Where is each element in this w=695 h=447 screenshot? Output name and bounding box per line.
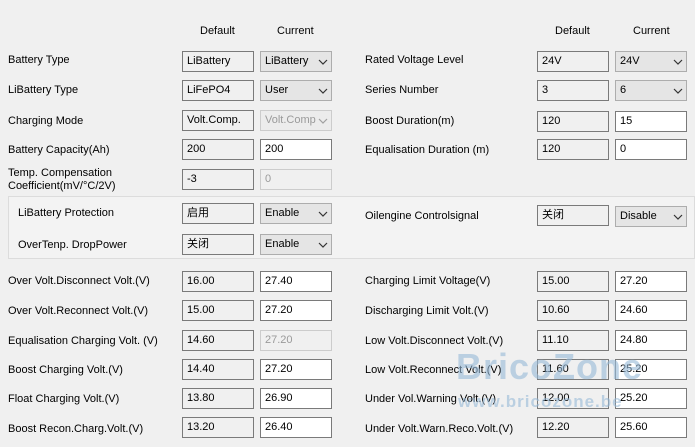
libattery-type-value: User: [265, 84, 289, 96]
chevron-down-icon: [318, 211, 328, 217]
header-default-right: Default: [555, 25, 590, 37]
charging-limit-voltage-default: 15.00: [537, 271, 609, 292]
chevron-down-icon: [318, 88, 328, 94]
temp-compensation-default: -3: [182, 169, 254, 190]
rated-voltage-default: 24V: [537, 51, 609, 72]
header-current-left: Current: [277, 25, 314, 37]
under-vol-warning-label: Under Vol.Warning Volt.(V): [365, 393, 497, 405]
chevron-down-icon: [673, 59, 683, 65]
libattery-protection-default: 启用: [182, 203, 254, 224]
charging-limit-voltage-input[interactable]: 27.20: [615, 271, 687, 292]
over-volt-reconnect-input[interactable]: 27.20: [260, 300, 332, 321]
battery-type-value: LiBattery: [265, 55, 309, 67]
chevron-down-icon: [318, 118, 328, 124]
charging-mode-label: Charging Mode: [8, 115, 84, 127]
battery-capacity-label: Battery Capacity(Ah): [8, 144, 110, 156]
rated-voltage-label: Rated Voltage Level: [365, 54, 464, 66]
under-vol-warning-input[interactable]: 25.20: [615, 388, 687, 409]
overtemp-droppower-label: OverTenp. DropPower: [18, 239, 127, 251]
oilengine-control-value: Disable: [620, 210, 657, 222]
equalisation-duration-label: Equalisation Duration (m): [365, 144, 490, 156]
series-number-value: 6: [620, 84, 627, 96]
discharging-limit-volt-input[interactable]: 24.60: [615, 300, 687, 321]
overtemp-droppower-default: 关闭: [182, 234, 254, 255]
temp-compensation-label-line2: Coefficient(mV/°C/2V): [8, 180, 116, 192]
under-volt-warn-reco-input[interactable]: 25.60: [615, 417, 687, 438]
over-volt-disconnect-label: Over Volt.Disconnect Volt.(V): [8, 275, 150, 287]
boost-charging-volt-default: 14.40: [182, 359, 254, 380]
temp-compensation-label-line1: Temp. Compensation: [8, 167, 112, 179]
oilengine-control-select[interactable]: Disable: [615, 206, 687, 227]
low-volt-disconnect-input[interactable]: 24.80: [615, 330, 687, 351]
under-volt-warn-reco-default: 12.20: [537, 417, 609, 438]
oilengine-control-label: Oilengine Controlsignal: [365, 210, 479, 222]
low-volt-reconnect-default: 11.60: [537, 359, 609, 380]
battery-capacity-input[interactable]: 200: [260, 139, 332, 160]
low-volt-disconnect-default: 11.10: [537, 330, 609, 351]
low-volt-reconnect-label: Low Volt.Reconnect Volt.(V): [365, 364, 502, 376]
boost-duration-input[interactable]: 15: [615, 111, 687, 132]
over-volt-disconnect-input[interactable]: 27.40: [260, 271, 332, 292]
rated-voltage-select[interactable]: 24V: [615, 51, 687, 72]
boost-duration-default: 120: [537, 111, 609, 132]
chevron-down-icon: [318, 59, 328, 65]
series-number-label: Series Number: [365, 84, 439, 96]
overtemp-droppower-select[interactable]: Enable: [260, 234, 332, 255]
chevron-down-icon: [673, 88, 683, 94]
boost-recon-charg-volt-input[interactable]: 26.40: [260, 417, 332, 438]
libattery-protection-value: Enable: [265, 207, 300, 219]
equalisation-duration-input[interactable]: 0: [615, 139, 687, 160]
under-vol-warning-default: 12.00: [537, 388, 609, 409]
discharging-limit-volt-label: Discharging Limit Volt.(V): [365, 305, 489, 317]
over-volt-reconnect-default: 15.00: [182, 300, 254, 321]
low-volt-disconnect-label: Low Volt.Disconnect Volt.(V): [365, 335, 504, 347]
equalisation-charging-volt-default: 14.60: [182, 330, 254, 351]
chevron-down-icon: [318, 242, 328, 248]
battery-type-default: LiBattery: [182, 51, 254, 72]
charging-mode-select: Volt.Comp: [260, 110, 332, 131]
over-volt-disconnect-default: 16.00: [182, 271, 254, 292]
libattery-protection-label: LiBattery Protection: [18, 207, 114, 219]
float-charging-volt-default: 13.80: [182, 388, 254, 409]
discharging-limit-volt-default: 10.60: [537, 300, 609, 321]
equalisation-charging-volt-label: Equalisation Charging Volt. (V): [8, 335, 158, 347]
battery-type-select[interactable]: LiBattery: [260, 51, 332, 72]
overtemp-droppower-value: Enable: [265, 238, 300, 250]
boost-recon-charg-volt-default: 13.20: [182, 417, 254, 438]
equalisation-duration-default: 120: [537, 139, 609, 160]
over-volt-reconnect-label: Over Volt.Reconnect Volt.(V): [8, 305, 149, 317]
low-volt-reconnect-input[interactable]: 25.20: [615, 359, 687, 380]
libattery-type-default: LiFePO4: [182, 80, 254, 101]
libattery-type-select[interactable]: User: [260, 80, 332, 101]
header-current-right: Current: [633, 25, 670, 37]
series-number-select[interactable]: 6: [615, 80, 687, 101]
float-charging-volt-input[interactable]: 26.90: [260, 388, 332, 409]
oilengine-control-default: 关闭: [537, 205, 609, 226]
header-default-left: Default: [200, 25, 235, 37]
float-charging-volt-label: Float Charging Volt.(V): [8, 393, 120, 405]
boost-charging-volt-label: Boost Charging Volt.(V): [8, 364, 123, 376]
charging-mode-default: Volt.Comp.: [182, 110, 254, 131]
battery-capacity-default: 200: [182, 139, 254, 160]
chevron-down-icon: [673, 214, 683, 220]
temp-compensation-input: 0: [260, 169, 332, 190]
boost-recon-charg-volt-label: Boost Recon.Charg.Volt.(V): [8, 423, 144, 435]
boost-duration-label: Boost Duration(m): [365, 115, 455, 127]
under-volt-warn-reco-label: Under Volt.Warn.Reco.Volt.(V): [365, 423, 514, 435]
libattery-protection-select[interactable]: Enable: [260, 203, 332, 224]
battery-type-label: Battery Type: [8, 54, 70, 66]
boost-charging-volt-input[interactable]: 27.20: [260, 359, 332, 380]
charging-mode-value: Volt.Comp: [265, 114, 316, 126]
rated-voltage-value: 24V: [620, 55, 640, 67]
equalisation-charging-volt-input: 27.20: [260, 330, 332, 351]
series-number-default: 3: [537, 80, 609, 101]
charging-limit-voltage-label: Charging Limit Voltage(V): [365, 275, 491, 287]
libattery-type-label: LiBattery Type: [8, 84, 79, 96]
